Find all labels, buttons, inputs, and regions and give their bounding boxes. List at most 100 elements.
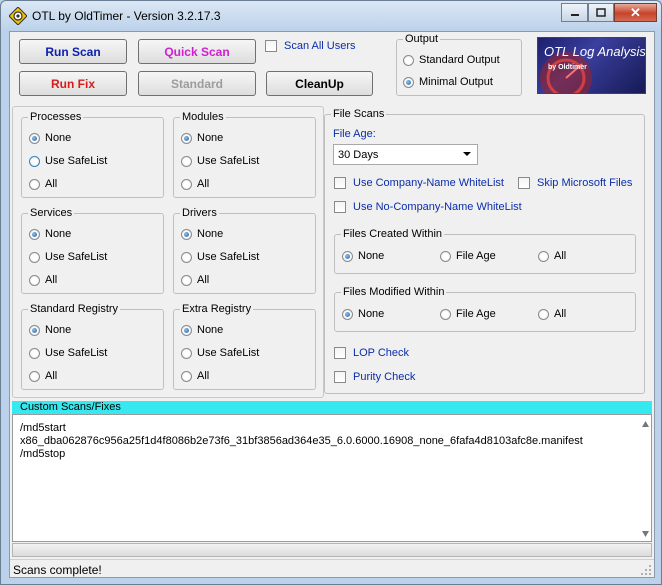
drivers-none-radio[interactable]: None [181,228,223,240]
extra-registry-none-radio[interactable]: None [181,324,223,336]
scroll-up-icon[interactable] [642,418,649,428]
company-whitelist-checkbox[interactable]: Use Company-Name WhiteList [334,177,504,189]
file-scans-group: File Scans File Age: 30 Days Use Company… [324,108,645,394]
radio-label: All [45,274,58,286]
radio-circle[interactable] [181,347,192,359]
standard-registry-safelist-radio[interactable]: Use SafeList [29,347,107,359]
services-none-radio[interactable]: None [29,228,71,240]
extra-registry-safelist-radio[interactable]: Use SafeList [181,347,259,359]
close-button[interactable]: ✕ [614,3,657,22]
purity-check-checkbox[interactable]: Purity Check [334,371,415,383]
radio-circle[interactable] [538,308,549,320]
standard-registry-none-radio[interactable]: None [29,324,71,336]
drivers-safelist-radio[interactable]: Use SafeList [181,251,259,263]
output-standard-radio[interactable]: Standard Output [403,54,500,66]
modules-all-radio[interactable]: All [181,178,209,190]
radio-label: None [197,132,224,144]
services-all-radio[interactable]: All [29,274,57,286]
radio-circle[interactable] [181,132,192,144]
radio-label: None [358,308,385,320]
radio-circle[interactable] [181,178,192,190]
modules-group: Modules None Use SafeList All [173,111,316,198]
processes-none-radio[interactable]: None [29,132,71,144]
radio-circle[interactable] [29,251,40,263]
drivers-group: Drivers None Use SafeList All [173,207,316,294]
radio-circle[interactable] [181,155,192,167]
radio-label: File Age [456,308,496,320]
nocompany-whitelist-label: Use No-Company-Name WhiteList [353,201,522,213]
scan-all-users-label: Scan All Users [284,40,356,52]
run-scan-button[interactable]: Run Scan [19,39,127,64]
radio-circle[interactable] [29,324,40,336]
checkbox-box[interactable] [334,177,346,189]
checkbox-box[interactable] [334,201,346,213]
quick-scan-button[interactable]: Quick Scan [138,39,256,64]
file-scans-label: File Scans [331,108,387,121]
radio-circle[interactable] [29,370,40,382]
file-age-select[interactable]: 30 Days [333,144,478,165]
checkbox-box[interactable] [265,40,277,52]
maximize-button[interactable] [588,3,614,22]
drivers-all-radio[interactable]: All [181,274,209,286]
chevron-down-icon [463,152,471,156]
processes-group: Processes None Use SafeList All [21,111,164,198]
radio-circle[interactable] [29,347,40,359]
processes-all-radio[interactable]: All [29,178,57,190]
app-gear-icon [9,7,27,25]
created-none-radio[interactable]: None [342,250,384,262]
radio-circle[interactable] [403,76,414,88]
checkbox-box[interactable] [518,177,530,189]
nocompany-whitelist-checkbox[interactable]: Use No-Company-Name WhiteList [334,201,522,213]
custom-line: /md5stop [20,448,66,460]
radio-label: Use SafeList [45,347,108,359]
radio-circle[interactable] [342,250,353,262]
resize-grip-icon[interactable] [640,564,652,576]
radio-circle[interactable] [29,178,40,190]
services-safelist-radio[interactable]: Use SafeList [29,251,107,263]
radio-circle[interactable] [29,132,40,144]
scan-all-users-checkbox[interactable]: Scan All Users [265,40,356,52]
cleanup-button[interactable]: CleanUp [266,71,373,96]
radio-circle[interactable] [440,308,451,320]
minimize-button[interactable] [561,3,588,22]
extra-registry-all-radio[interactable]: All [181,370,209,382]
radio-circle[interactable] [181,324,192,336]
radio-circle[interactable] [29,155,40,167]
modified-none-radio[interactable]: None [342,308,384,320]
radio-circle[interactable] [538,250,549,262]
scroll-down-icon[interactable] [642,528,649,538]
radio-circle[interactable] [181,370,192,382]
files-created-label: Files Created Within [341,228,445,241]
checkbox-box[interactable] [334,347,346,359]
skip-microsoft-checkbox[interactable]: Skip Microsoft Files [518,177,632,189]
radio-circle[interactable] [403,54,414,66]
output-minimal-label: Minimal Output [419,76,493,88]
radio-circle[interactable] [29,274,40,286]
custom-scans-header: Custom Scans/Fixes [12,401,652,414]
radio-circle[interactable] [342,308,353,320]
standard-registry-all-radio[interactable]: All [29,370,57,382]
created-file-age-radio[interactable]: File Age [440,250,496,262]
custom-scans-textarea[interactable]: /md5start x86_dba062876c956a25f1d4f8086b… [12,414,652,542]
modified-file-age-radio[interactable]: File Age [440,308,496,320]
radio-label: None [197,228,224,240]
radio-label: All [197,178,210,190]
radio-circle[interactable] [181,274,192,286]
radio-circle[interactable] [181,251,192,263]
radio-circle[interactable] [181,228,192,240]
window-title: OTL by OldTimer - Version 3.2.17.3 [32,9,221,23]
standard-button[interactable]: Standard [138,71,256,96]
processes-safelist-radio[interactable]: Use SafeList [29,155,107,167]
radio-circle[interactable] [440,250,451,262]
files-created-group: Files Created Within None File Age All [334,228,636,274]
created-all-radio[interactable]: All [538,250,566,262]
output-minimal-radio[interactable]: Minimal Output [403,76,493,88]
modified-all-radio[interactable]: All [538,308,566,320]
radio-circle[interactable] [29,228,40,240]
modules-none-radio[interactable]: None [181,132,223,144]
modules-safelist-radio[interactable]: Use SafeList [181,155,259,167]
lop-check-checkbox[interactable]: LOP Check [334,347,409,359]
run-fix-button[interactable]: Run Fix [19,71,127,96]
radio-label: All [197,370,210,382]
checkbox-box[interactable] [334,371,346,383]
